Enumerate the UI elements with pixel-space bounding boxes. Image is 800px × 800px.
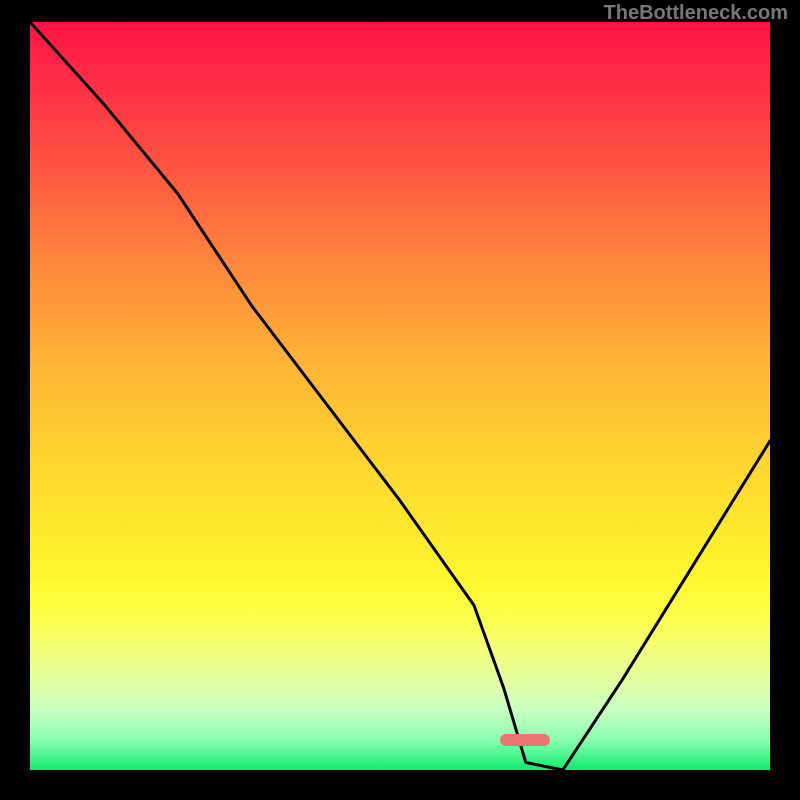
plot-area (30, 22, 770, 770)
bottleneck-curve (30, 22, 770, 770)
watermark-text: TheBottleneck.com (604, 2, 788, 25)
curve-path (30, 22, 770, 770)
chart-frame: TheBottleneck.com (0, 0, 800, 800)
optimal-marker (500, 734, 550, 746)
